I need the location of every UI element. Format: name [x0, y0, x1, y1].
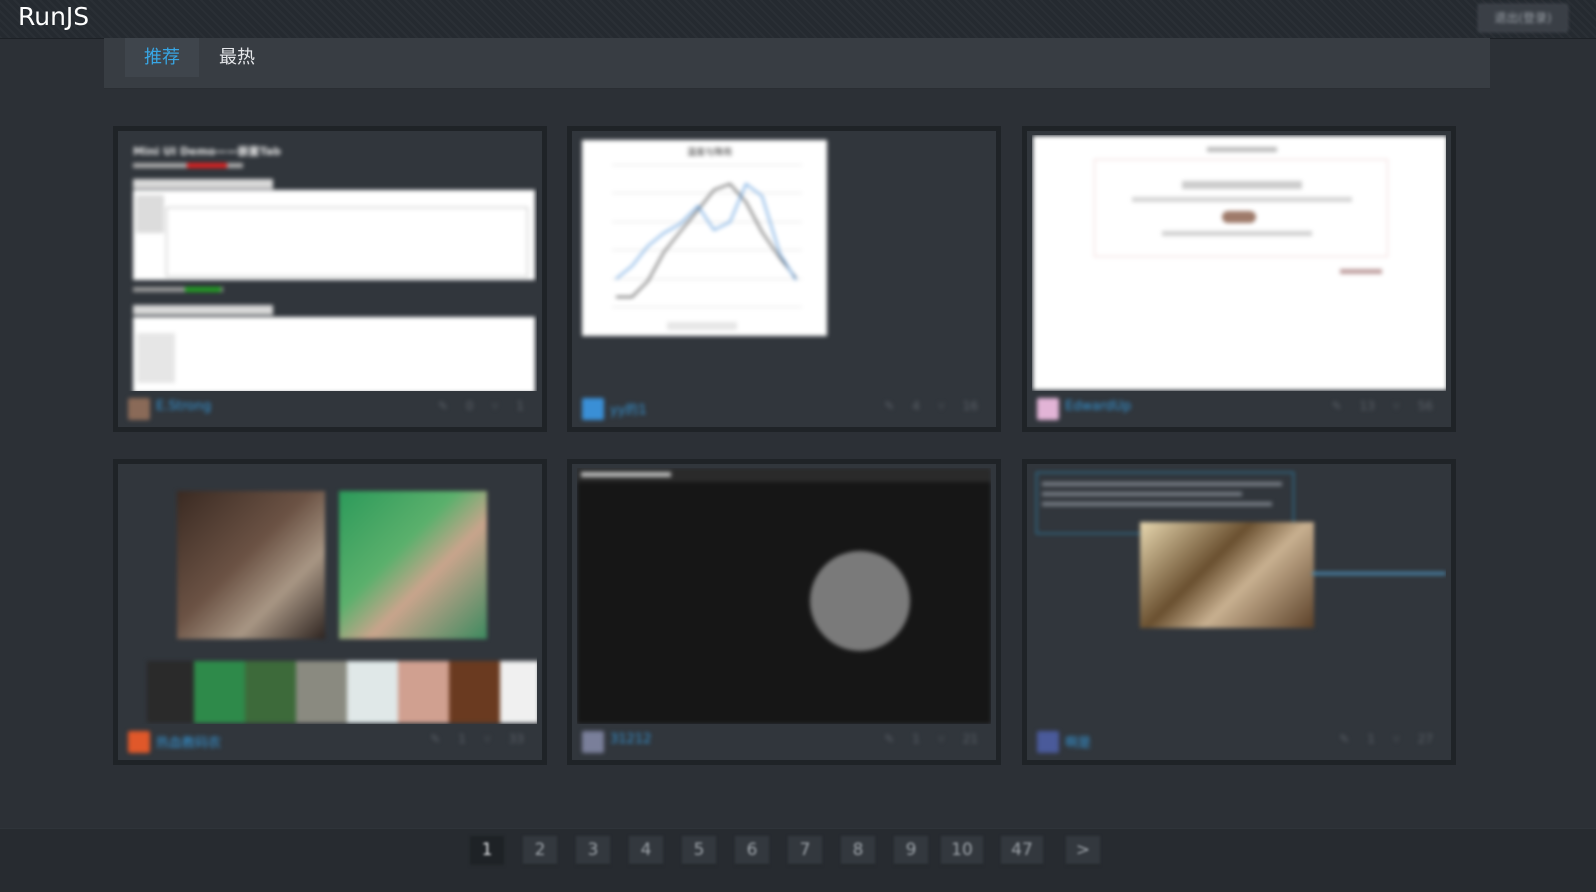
page-link[interactable]: 9: [894, 836, 928, 866]
thumbnail-chart: [612, 164, 802, 330]
page-link[interactable]: 1: [470, 836, 504, 866]
fork-icon: ⑂: [937, 399, 945, 413]
next-page-button[interactable]: >: [1066, 836, 1100, 866]
card-footer: E.Strong ✎ 0 ⑂ 1: [124, 393, 536, 423]
card-stats: ✎ 1 ⑂ 27: [1325, 732, 1433, 746]
author-link[interactable]: 啊是: [1065, 732, 1091, 751]
fork-count: 21: [962, 732, 978, 746]
fork-count: 56: [1417, 399, 1433, 413]
project-thumbnail[interactable]: [123, 468, 537, 724]
fork-icon: ⑂: [491, 399, 499, 413]
top-bar: RunJS 退出(登录): [0, 0, 1596, 39]
author-link[interactable]: 热血教码农: [156, 732, 221, 751]
project-thumbnail[interactable]: [1032, 135, 1446, 391]
comment-count: 13: [1359, 399, 1375, 413]
card-footer: 热血教码农 ✎ 1 ⑂ 33: [124, 726, 536, 756]
author-avatar[interactable]: [582, 731, 604, 753]
fork-count: 1: [516, 399, 524, 413]
project-card[interactable]: 温度与降雨 yy的1 ✎ 4 ⑂ 16: [567, 126, 1001, 432]
comment-icon: ✎: [884, 399, 895, 413]
page-link[interactable]: 2: [523, 836, 557, 866]
project-thumbnail[interactable]: 温度与降雨: [577, 135, 991, 391]
card-stats: ✎ 1 ⑂ 21: [870, 732, 978, 746]
thumbnail-title: Mini UI Demo——嵌套Tab: [133, 145, 281, 158]
author-avatar[interactable]: [128, 731, 150, 753]
page-link[interactable]: 8: [841, 836, 875, 866]
comment-count: 4: [912, 399, 920, 413]
card-stats: ✎ 4 ⑂ 16: [870, 399, 978, 413]
comment-icon: ✎: [430, 732, 441, 746]
runjs-logo[interactable]: RunJS: [18, 2, 89, 31]
page-link[interactable]: 6: [735, 836, 769, 866]
page-link[interactable]: 5: [682, 836, 716, 866]
card-stats: ✎ 0 ⑂ 1: [424, 399, 524, 413]
project-card[interactable]: 热血教码农 ✎ 1 ⑂ 33: [113, 459, 547, 765]
project-card[interactable]: 啊是 ✎ 1 ⑂ 27: [1022, 459, 1456, 765]
comment-icon: ✎: [1331, 399, 1342, 413]
fork-count: 16: [962, 399, 978, 413]
comment-icon: ✎: [437, 399, 449, 413]
author-avatar[interactable]: [582, 398, 604, 420]
exit-button[interactable]: 退出(登录): [1478, 4, 1568, 32]
fork-icon: ⑂: [937, 732, 945, 746]
project-card[interactable]: Mini UI Demo——嵌套Tab E.Strong ✎ 0 ⑂ 1: [113, 126, 547, 432]
fork-count: 27: [1417, 732, 1433, 746]
author-link[interactable]: 31212: [610, 732, 651, 747]
page-link[interactable]: 3: [576, 836, 610, 866]
comment-count: 1: [912, 732, 920, 746]
author-avatar[interactable]: [1037, 398, 1059, 420]
fork-icon: ⑂: [1392, 399, 1400, 413]
comment-icon: ✎: [884, 732, 895, 746]
tab-recommended[interactable]: 推荐: [125, 38, 199, 77]
author-link[interactable]: EdwardUp: [1065, 399, 1131, 414]
project-thumbnail[interactable]: [577, 468, 991, 724]
comment-icon: ✎: [1339, 732, 1350, 746]
project-thumbnail[interactable]: Mini UI Demo——嵌套Tab: [123, 135, 537, 391]
card-stats: ✎ 1 ⑂ 33: [416, 732, 524, 746]
card-stats: ✎ 13 ⑂ 56: [1318, 399, 1433, 413]
fork-icon: ⑂: [483, 732, 491, 746]
card-footer: yy的1 ✎ 4 ⑂ 16: [578, 393, 990, 423]
comment-count: 1: [1367, 732, 1375, 746]
author-link[interactable]: E.Strong: [156, 399, 211, 414]
author-avatar[interactable]: [128, 398, 150, 420]
card-footer: 啊是 ✎ 1 ⑂ 27: [1033, 726, 1445, 756]
page-link[interactable]: 10: [941, 836, 983, 866]
tab-bar: 推荐 最热: [104, 38, 1490, 89]
project-thumbnail[interactable]: [1032, 468, 1446, 724]
card-footer: 31212 ✎ 1 ⑂ 21: [578, 726, 990, 756]
page-link[interactable]: 7: [788, 836, 822, 866]
comment-count: 0: [465, 399, 474, 413]
author-link[interactable]: yy的1: [610, 399, 647, 418]
tab-hottest[interactable]: 最热: [200, 38, 274, 77]
comment-count: 1: [458, 732, 466, 746]
fork-count: 33: [508, 732, 524, 746]
fork-icon: ⑂: [1392, 732, 1400, 746]
card-footer: EdwardUp ✎ 13 ⑂ 56: [1033, 393, 1445, 423]
author-avatar[interactable]: [1037, 731, 1059, 753]
page-link[interactable]: 47: [1001, 836, 1043, 866]
project-card[interactable]: EdwardUp ✎ 13 ⑂ 56: [1022, 126, 1456, 432]
project-card[interactable]: 31212 ✎ 1 ⑂ 21: [567, 459, 1001, 765]
page-link[interactable]: 4: [629, 836, 663, 866]
